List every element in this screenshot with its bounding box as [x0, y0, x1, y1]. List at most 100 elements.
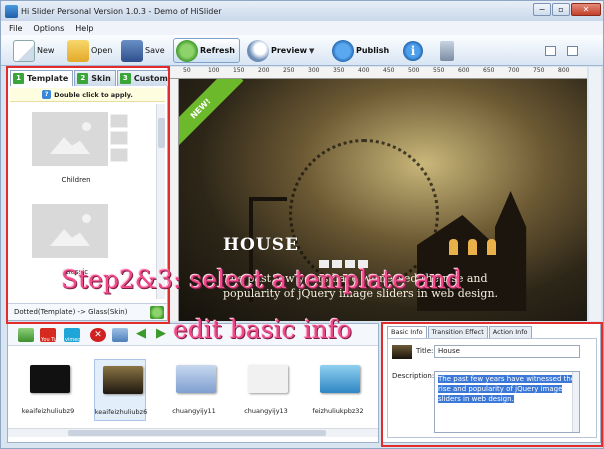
description-text: The past few years have witnessed the ri…: [438, 375, 576, 403]
restore-button[interactable]: ▫: [552, 3, 570, 16]
info-tabs: Basic Info Transition Effect Action Info: [387, 326, 532, 338]
tab-transition-effect[interactable]: Transition Effect: [427, 326, 488, 338]
ruler-tick-label: 800: [558, 67, 570, 74]
template-item[interactable]: Classic: [10, 196, 158, 288]
tab-number: 3: [119, 73, 131, 84]
menu-bar: File Options Help: [1, 21, 603, 35]
template-list: Children Classic: [10, 104, 158, 299]
description-label: Description:: [392, 372, 435, 380]
slide-image: [176, 365, 216, 393]
slide-image: [248, 365, 288, 393]
tab-template[interactable]: 1 Template: [10, 70, 74, 86]
slide-thumbnails: keaifeizhuliubz9 keaifeizhuliubz6 chuang…: [8, 359, 378, 424]
chevron-down-icon[interactable]: ▼: [309, 47, 314, 55]
slide-thumbnail-selected[interactable]: keaifeizhuliubz6: [94, 359, 147, 421]
hint-text: Double click to apply.: [54, 90, 133, 99]
slide-image: [103, 366, 143, 394]
template-list-scrollbar[interactable]: [156, 104, 165, 299]
slide-preview-thumb: [392, 345, 412, 359]
tab-action-info[interactable]: Action Info: [488, 326, 532, 338]
slide-title: HOUSE: [223, 235, 299, 255]
template-panel: 1 Template 2 Skin 3 Custom ? Double clic…: [7, 67, 173, 321]
tab-skin[interactable]: 2 Skin: [74, 70, 116, 86]
open-button[interactable]: Open: [67, 38, 112, 63]
menu-options[interactable]: Options: [33, 24, 64, 33]
open-label: Open: [91, 46, 113, 55]
ruler-tick-label: 400: [358, 67, 370, 74]
description-field[interactable]: The past few years have witnessed the ri…: [434, 371, 580, 433]
image-placeholder-icon: [50, 229, 90, 246]
preview-scrollbar[interactable]: [589, 67, 601, 321]
description-scrollbar[interactable]: [572, 372, 579, 432]
fullscreen-toggle-icon[interactable]: [567, 46, 578, 56]
tab-number: 2: [77, 73, 89, 84]
app-icon: [5, 4, 18, 18]
title-label: Title:: [416, 347, 434, 355]
template-thumbnail: [32, 112, 108, 166]
magnifier-icon: [247, 39, 269, 62]
preview-label: Preview: [271, 46, 308, 55]
close-button[interactable]: ✕: [571, 3, 601, 16]
slide-info-panel: Basic Info Transition Effect Action Info…: [382, 323, 601, 443]
slide-thumbnail[interactable]: feizhuliukpbz32: [312, 359, 364, 421]
apply-refresh-icon[interactable]: [150, 306, 164, 319]
layout-toggle-icon[interactable]: [545, 46, 556, 56]
add-image-icon[interactable]: [18, 328, 34, 342]
upload-arrow-icon: [332, 39, 354, 62]
vimeo-label: vimeo: [65, 337, 81, 343]
slide-image: [320, 365, 360, 393]
title-field[interactable]: House: [434, 345, 580, 358]
title-bar: Hi Slider Personal Version 1.0.3 - Demo …: [1, 1, 603, 21]
template-thumbnail: [32, 204, 108, 258]
thumbnails-scrollbar[interactable]: [8, 428, 378, 437]
move-right-icon[interactable]: ▶: [156, 327, 172, 342]
move-left-icon[interactable]: ◀: [136, 327, 152, 342]
folder-open-icon: [67, 39, 89, 62]
new-ribbon: NEW!: [179, 79, 244, 152]
ruler-tick-label: 350: [333, 67, 345, 74]
delete-icon[interactable]: ✕: [90, 328, 106, 342]
ruler-tick-label: 450: [383, 67, 395, 74]
horizontal-ruler: 50 100 150 200 250 300 350 400 450 500 550 600 650 70…: [169, 67, 587, 79]
tab-basic-info[interactable]: Basic Info: [387, 326, 427, 338]
slides-toolbar: You Tube vimeo ✕ ◀ ▶: [8, 324, 378, 346]
slide-preview[interactable]: NEW! HOUSE The past few years have witne…: [179, 79, 587, 321]
menu-help[interactable]: Help: [75, 24, 93, 33]
template-skin-status: Dotted(Template) -> Glass(Skin): [8, 303, 167, 320]
template-tabs: 1 Template 2 Skin 3 Custom: [10, 70, 173, 86]
save-button[interactable]: Save: [121, 38, 165, 63]
youtube-label: You Tube: [41, 337, 63, 343]
tab-custom[interactable]: 3 Custom: [116, 70, 173, 86]
capture-icon[interactable]: [112, 328, 128, 342]
slide-thumbnail[interactable]: chuangyijy11: [168, 359, 220, 421]
tab-label: Template: [27, 74, 69, 83]
image-placeholder-icon: [50, 137, 90, 154]
slide-thumbnail[interactable]: chuangyijy13: [240, 359, 292, 421]
slide-name: feizhuliukpbz32: [312, 407, 364, 415]
menu-file[interactable]: File: [9, 24, 22, 33]
slide-bullets[interactable]: [319, 260, 368, 268]
refresh-button[interactable]: Refresh: [173, 38, 240, 63]
question-icon: ?: [42, 90, 52, 99]
new-label: New: [37, 46, 55, 55]
window-controls: − ▫ ✕: [533, 3, 601, 16]
template-item[interactable]: Children: [10, 104, 158, 196]
main-toolbar: New Open Save Refresh Preview ▼ Publish …: [1, 35, 603, 66]
new-document-icon: [13, 39, 35, 62]
minimize-button[interactable]: −: [533, 3, 551, 16]
new-button[interactable]: New: [13, 38, 54, 63]
about-button[interactable]: i: [403, 38, 423, 63]
lock-button[interactable]: [440, 38, 454, 63]
info-icon: i: [403, 40, 423, 61]
ruler-tick-label: 600: [458, 67, 470, 74]
slide-image: [30, 365, 70, 393]
ruler-tick-label: 650: [483, 67, 495, 74]
preview-button[interactable]: Preview ▼: [247, 38, 314, 63]
ruler-tick-label: 150: [233, 67, 245, 74]
tab-number: 1: [13, 73, 24, 84]
ruler-tick-label: 50: [183, 67, 191, 74]
slide-thumbnail[interactable]: keaifeizhuliubz9: [22, 359, 74, 421]
ruler-tick-label: 200: [258, 67, 270, 74]
publish-button[interactable]: Publish: [332, 38, 389, 63]
basic-info-form: Title: House Description: The past few y…: [387, 338, 597, 438]
